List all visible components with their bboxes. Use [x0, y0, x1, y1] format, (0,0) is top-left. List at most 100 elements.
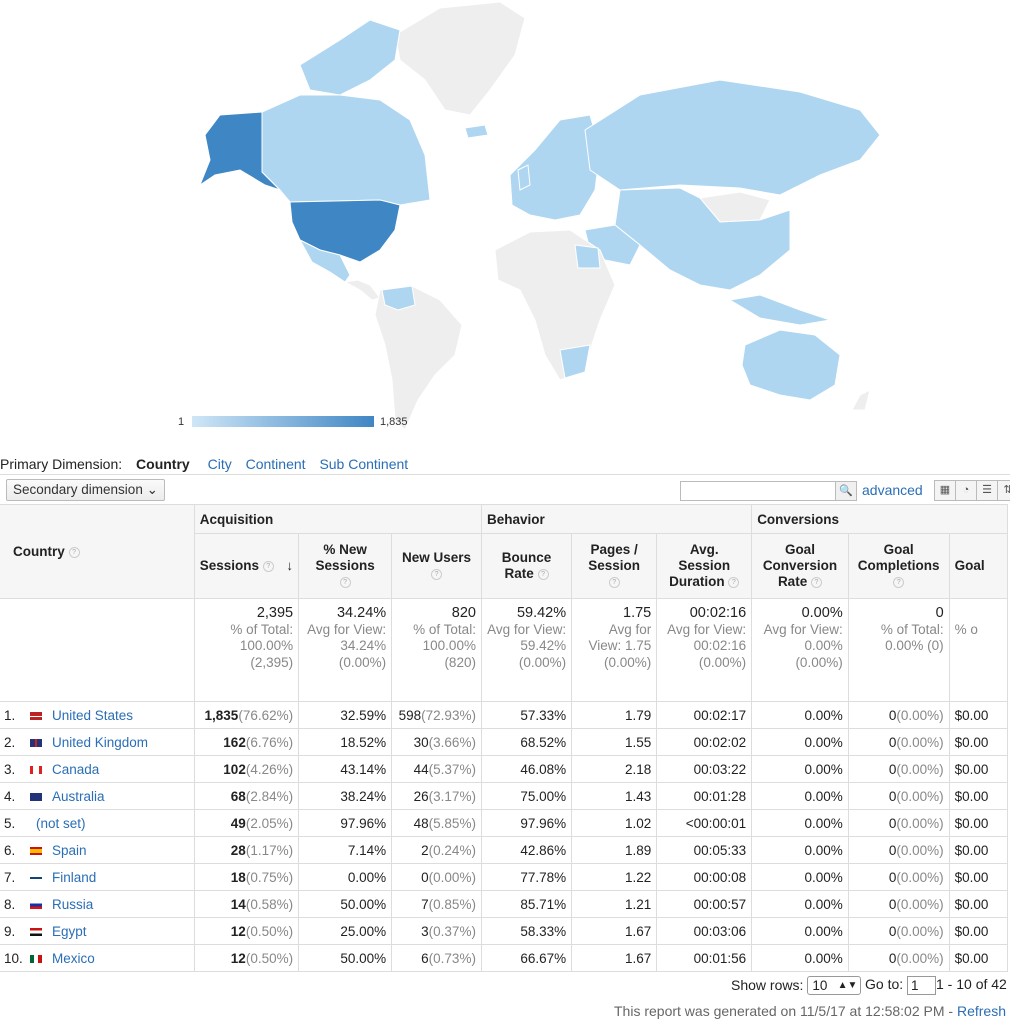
- row-goal-rate: 0.00%: [751, 728, 849, 756]
- country-link[interactable]: Spain: [52, 843, 87, 858]
- help-icon[interactable]: ?: [608, 576, 620, 588]
- goal-comp-pct: (0.00%): [896, 761, 944, 777]
- header-sessions[interactable]: Sessions ? ↓: [193, 533, 300, 599]
- table-toolbar: Secondary dimension ⌄ 🔍 advanced ▦ ◔ ☰ ⇅: [0, 474, 1010, 505]
- row-index: 1.: [4, 707, 16, 723]
- help-icon[interactable]: ?: [339, 576, 351, 588]
- country-link[interactable]: United Kingdom: [52, 735, 148, 750]
- map-australia: [741, 329, 841, 401]
- magnifier-icon[interactable]: 🔍: [835, 482, 856, 500]
- flag-icon: [30, 792, 42, 801]
- row-country-cell: 7. Finland: [0, 863, 195, 891]
- row-goal-rate: 0.00%: [751, 944, 849, 972]
- grid-view-icon[interactable]: ▦: [934, 480, 956, 501]
- row-pages: 1.21: [571, 890, 658, 918]
- dimension-continent-link[interactable]: Continent: [246, 456, 306, 472]
- map-new-zealand: [851, 389, 871, 411]
- row-goal-value: $0.00: [948, 782, 1009, 810]
- row-sessions: 49(2.05%): [193, 809, 300, 837]
- help-icon[interactable]: ?: [537, 568, 549, 580]
- country-link[interactable]: Canada: [52, 762, 99, 777]
- flag-icon: [30, 927, 42, 936]
- primary-dimension-bar: Primary Dimension: Country City Continen…: [0, 456, 1010, 474]
- header-goal-value[interactable]: Goal: [948, 533, 1009, 599]
- row-sessions: 12(0.50%): [193, 917, 300, 945]
- total-sub: % of Total: 100.00% (820): [413, 621, 476, 670]
- row-goal-completions: 0(0.00%): [847, 890, 950, 918]
- header-country[interactable]: Country ?: [0, 504, 195, 599]
- help-icon[interactable]: ?: [262, 560, 274, 572]
- country-link[interactable]: Australia: [52, 789, 105, 804]
- row-sessions: 18(0.75%): [193, 863, 300, 891]
- row-pages: 1.55: [571, 728, 658, 756]
- row-goal-rate: 0.00%: [751, 863, 849, 891]
- world-map: [198, 1, 881, 431]
- row-new-users: 7(0.85%): [391, 890, 482, 918]
- table-row: 4. Australia 68(2.84%) 38.24% 26(3.17%) 7…: [0, 782, 1009, 810]
- header-new-users[interactable]: New Users?: [391, 533, 482, 599]
- performance-view-icon[interactable]: ☰: [976, 480, 998, 501]
- row-goal-rate: 0.00%: [751, 755, 849, 783]
- refresh-link[interactable]: Refresh: [957, 1003, 1006, 1019]
- header-pages-session[interactable]: Pages / Session?: [571, 533, 658, 599]
- goal-comp-pct: (0.00%): [896, 923, 944, 939]
- header-goal-completions[interactable]: Goal Completions?: [847, 533, 950, 599]
- row-goal-completions: 0(0.00%): [847, 755, 950, 783]
- row-new-users: 48(5.85%): [391, 809, 482, 837]
- legend-gradient-bar: [192, 416, 374, 427]
- total-value: 2,395: [256, 605, 294, 621]
- header-bounce-rate[interactable]: Bounce Rate ?: [480, 533, 573, 599]
- primary-dimension-current: Country: [136, 456, 190, 472]
- help-icon[interactable]: ?: [893, 576, 905, 588]
- total-sub: Avg for View: 00:02:16 (0.00%): [667, 621, 747, 670]
- help-icon[interactable]: ?: [728, 576, 740, 588]
- comparison-view-icon[interactable]: ⇅: [997, 480, 1010, 501]
- row-goal-rate: 0.00%: [751, 917, 849, 945]
- row-pages: 1.22: [571, 863, 658, 891]
- country-link[interactable]: (not set): [36, 816, 86, 831]
- country-link[interactable]: Russia: [52, 897, 93, 912]
- header-avg-duration[interactable]: Avg. Session Duration ?: [656, 533, 753, 599]
- advanced-filter-link[interactable]: advanced: [862, 482, 923, 498]
- country-link[interactable]: Finland: [52, 870, 96, 885]
- total-sub: Avg for View: 34.24% (0.00%): [307, 621, 387, 670]
- sessions-pct: (2.05%): [245, 815, 294, 831]
- header-new-sessions-label: % New Sessions: [315, 542, 375, 573]
- goal-comp-pct: (0.00%): [896, 788, 944, 804]
- row-goal-value: $0.00: [948, 863, 1009, 891]
- row-country-cell: 5. (not set): [0, 809, 195, 837]
- total-value: 1.75: [623, 605, 652, 621]
- row-index: 6.: [4, 842, 16, 858]
- goal-comp-pct: (0.00%): [896, 896, 944, 912]
- country-link[interactable]: Egypt: [52, 924, 87, 939]
- help-icon[interactable]: ?: [68, 546, 80, 558]
- country-link[interactable]: United States: [52, 708, 133, 723]
- country-link[interactable]: Mexico: [52, 951, 95, 966]
- row-country-cell: 1. United States: [0, 701, 195, 729]
- map-iceland: [464, 124, 489, 139]
- help-icon[interactable]: ?: [810, 576, 822, 588]
- row-duration: 00:02:17: [656, 701, 753, 729]
- dimension-sub-continent-link[interactable]: Sub Continent: [319, 456, 408, 472]
- header-new-sessions[interactable]: % New Sessions?: [298, 533, 393, 599]
- show-rows-select[interactable]: 10 ▲▼: [807, 976, 862, 995]
- dimension-city-link[interactable]: City: [208, 456, 232, 472]
- row-bounce: 77.78%: [480, 863, 573, 891]
- row-new-sessions: 18.52%: [298, 728, 393, 756]
- secondary-dimension-dropdown[interactable]: Secondary dimension ⌄: [6, 479, 165, 501]
- table-search-input[interactable]: 🔍: [680, 481, 857, 501]
- help-icon[interactable]: ?: [431, 568, 443, 580]
- group-conversions: Conversions: [751, 504, 1008, 534]
- total-sub: % of Total: 100.00% (2,395): [230, 621, 294, 670]
- sort-desc-icon[interactable]: ↓: [286, 558, 293, 574]
- row-new-sessions: 7.14%: [298, 836, 393, 864]
- goal-comp-pct: (0.00%): [896, 869, 944, 885]
- new-users-pct: (3.17%): [428, 788, 476, 804]
- header-goal-rate[interactable]: Goal Conversion Rate ?: [751, 533, 849, 599]
- row-pages: 1.67: [571, 917, 658, 945]
- row-goal-completions: 0(0.00%): [847, 782, 950, 810]
- row-sessions: 12(0.50%): [193, 944, 300, 972]
- pie-view-icon[interactable]: ◔: [955, 480, 977, 501]
- sessions-value: 12: [230, 950, 246, 966]
- go-to-input[interactable]: 1: [907, 976, 937, 995]
